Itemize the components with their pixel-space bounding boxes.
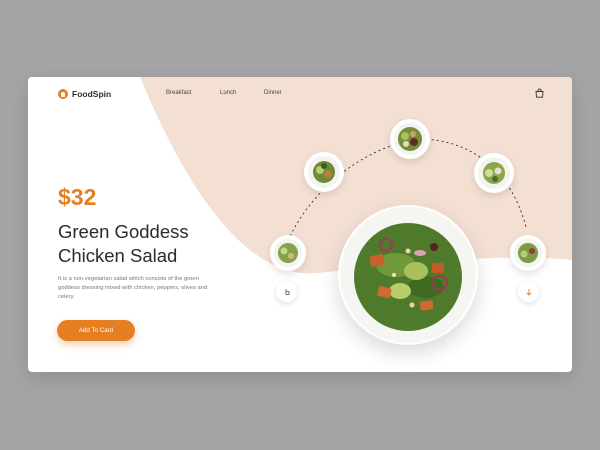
product-title-line-2: Chicken Salad	[58, 245, 178, 266]
product-price: $32	[58, 184, 97, 210]
menu-plate-right[interactable]	[474, 153, 514, 193]
product-description: It is a non vegetarian salad which consi…	[58, 276, 208, 300]
menu-plate-far-left[interactable]	[270, 235, 306, 271]
product-title-line-1: Green Goddess	[58, 221, 189, 242]
brand-logo[interactable]: FoodSpin	[58, 89, 111, 99]
chef-hat-icon	[58, 89, 68, 99]
menu-plate-left[interactable]	[304, 152, 344, 192]
previous-dish-button[interactable]	[276, 281, 297, 302]
add-to-cart-button[interactable]: Add To Card	[57, 320, 135, 341]
menu-plate-far-right[interactable]	[510, 235, 546, 271]
product-card: FoodSpin Breakfast Lunch Dinner $32 Gree…	[28, 77, 572, 372]
shopping-bag-icon[interactable]	[535, 88, 544, 98]
nav-item-lunch[interactable]: Lunch	[220, 90, 236, 96]
main-salad-plate	[338, 205, 478, 345]
brand-name: FoodSpin	[72, 89, 112, 99]
menu-plate-top[interactable]	[390, 119, 430, 159]
pointer-hand-icon	[285, 288, 289, 295]
arrow-down-icon	[525, 288, 532, 296]
nav-item-breakfast[interactable]: Breakfast	[166, 90, 191, 96]
product-title: Green Goddess Chicken Salad	[58, 220, 258, 268]
nav-item-dinner[interactable]: Dinner	[264, 90, 282, 96]
next-dish-button[interactable]	[518, 281, 539, 302]
